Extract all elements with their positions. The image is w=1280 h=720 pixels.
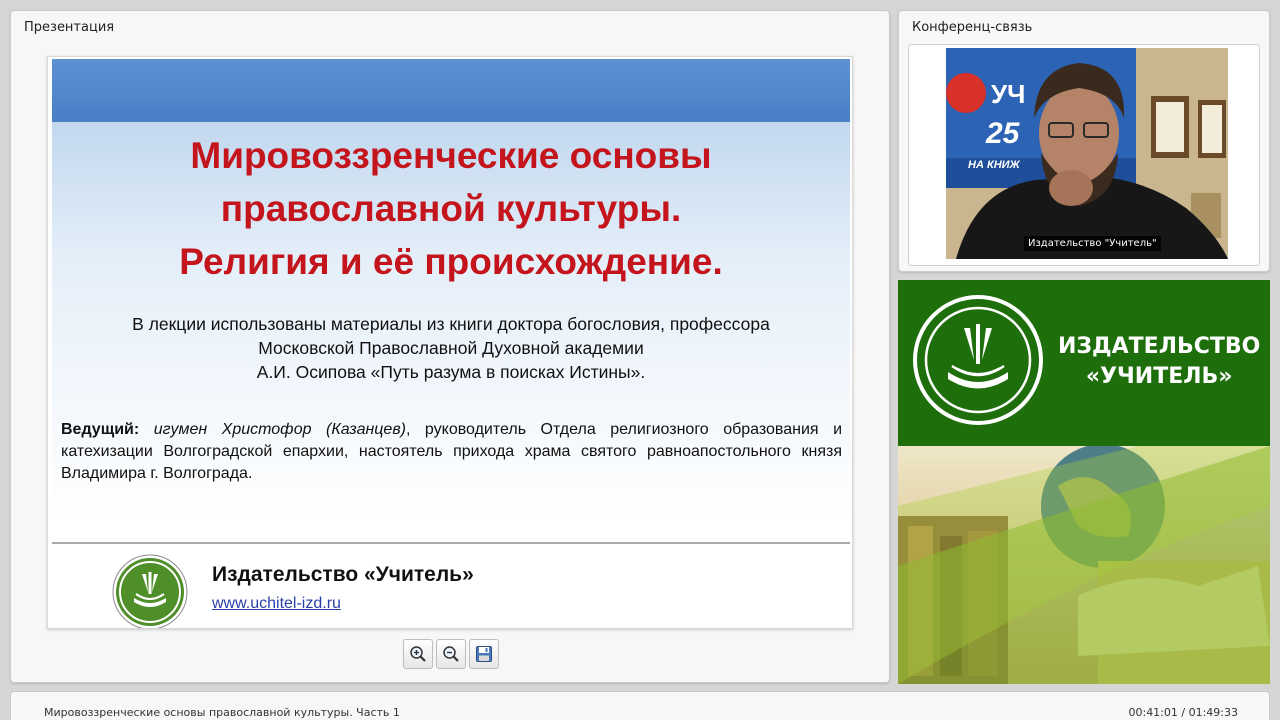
zoom-in-icon [410, 646, 426, 662]
slide: Мировоззренческие основы православной ку… [47, 56, 853, 629]
slide-header-band [52, 59, 850, 122]
slide-title-line: Мировоззренческие основы [190, 135, 712, 176]
presentation-panel: Презентация Мировоззренческие основы пра… [10, 10, 890, 683]
svg-text:УЧ: УЧ [991, 79, 1025, 109]
zoom-out-button[interactable] [436, 639, 466, 669]
publisher-logo-icon [112, 554, 188, 628]
webcam-image: УЧ 25 НА КНИЖ [946, 48, 1228, 259]
publisher-banner-logo-icon [913, 295, 1043, 425]
host-name: игумен Христофор (Казанцев) [153, 421, 406, 438]
slide-divider [52, 542, 850, 544]
conference-panel-title: Конференц-связь [912, 20, 1033, 35]
presentation-panel-title: Презентация [24, 20, 115, 35]
slide-subtitle-line: В лекции использованы материалы из книги… [132, 314, 770, 334]
banner-publisher-name: ИЗДАТЕЛЬСТВО «УЧИТЕЛЬ» [1058, 332, 1260, 392]
slide-subtitle-line: Московской Православной Духовной академи… [258, 338, 644, 358]
video-participant-label: Издательство "Учитель" [1024, 236, 1161, 251]
slide-subtitle-line: А.И. Осипова «Путь разума в поисках Исти… [256, 362, 646, 382]
slide-publisher-link[interactable]: www.uchitel-izd.ru [212, 595, 341, 613]
slide-title-line: православной культуры. [220, 188, 682, 229]
status-bar: Мировоззренческие основы православной ку… [10, 691, 1270, 720]
lecture-title: Мировоззренческие основы православной ку… [44, 706, 400, 719]
banner-name-line: «УЧИТЕЛЬ» [1085, 364, 1233, 389]
svg-text:НА КНИЖ: НА КНИЖ [968, 159, 1021, 171]
books-globe-image [898, 446, 1270, 684]
zoom-in-button[interactable] [403, 639, 433, 669]
zoom-out-icon [443, 646, 459, 662]
playback-time: 00:41:01 / 01:49:33 [1128, 706, 1238, 719]
host-label: Ведущий: [61, 421, 140, 438]
slide-title-line: Религия и её происхождение. [179, 241, 723, 282]
publisher-banner: ИЗДАТЕЛЬСТВО «УЧИТЕЛЬ» [898, 280, 1270, 684]
slide-subtitle: В лекции использованы материалы из книги… [48, 312, 852, 384]
save-button[interactable] [469, 639, 499, 669]
video-feed[interactable]: УЧ 25 НА КНИЖ Издательство "Учитель" [946, 48, 1228, 259]
slide-toolbar [403, 639, 499, 669]
floppy-disk-icon [476, 646, 492, 662]
slide-host-info: Ведущий: игумен Христофор (Казанцев), ру… [61, 419, 842, 485]
slide-title: Мировоззренческие основы православной ку… [48, 129, 852, 288]
svg-text:25: 25 [985, 117, 1021, 150]
slide-publisher-name: Издательство «Учитель» [212, 563, 474, 586]
banner-name-line: ИЗДАТЕЛЬСТВО [1058, 334, 1261, 359]
